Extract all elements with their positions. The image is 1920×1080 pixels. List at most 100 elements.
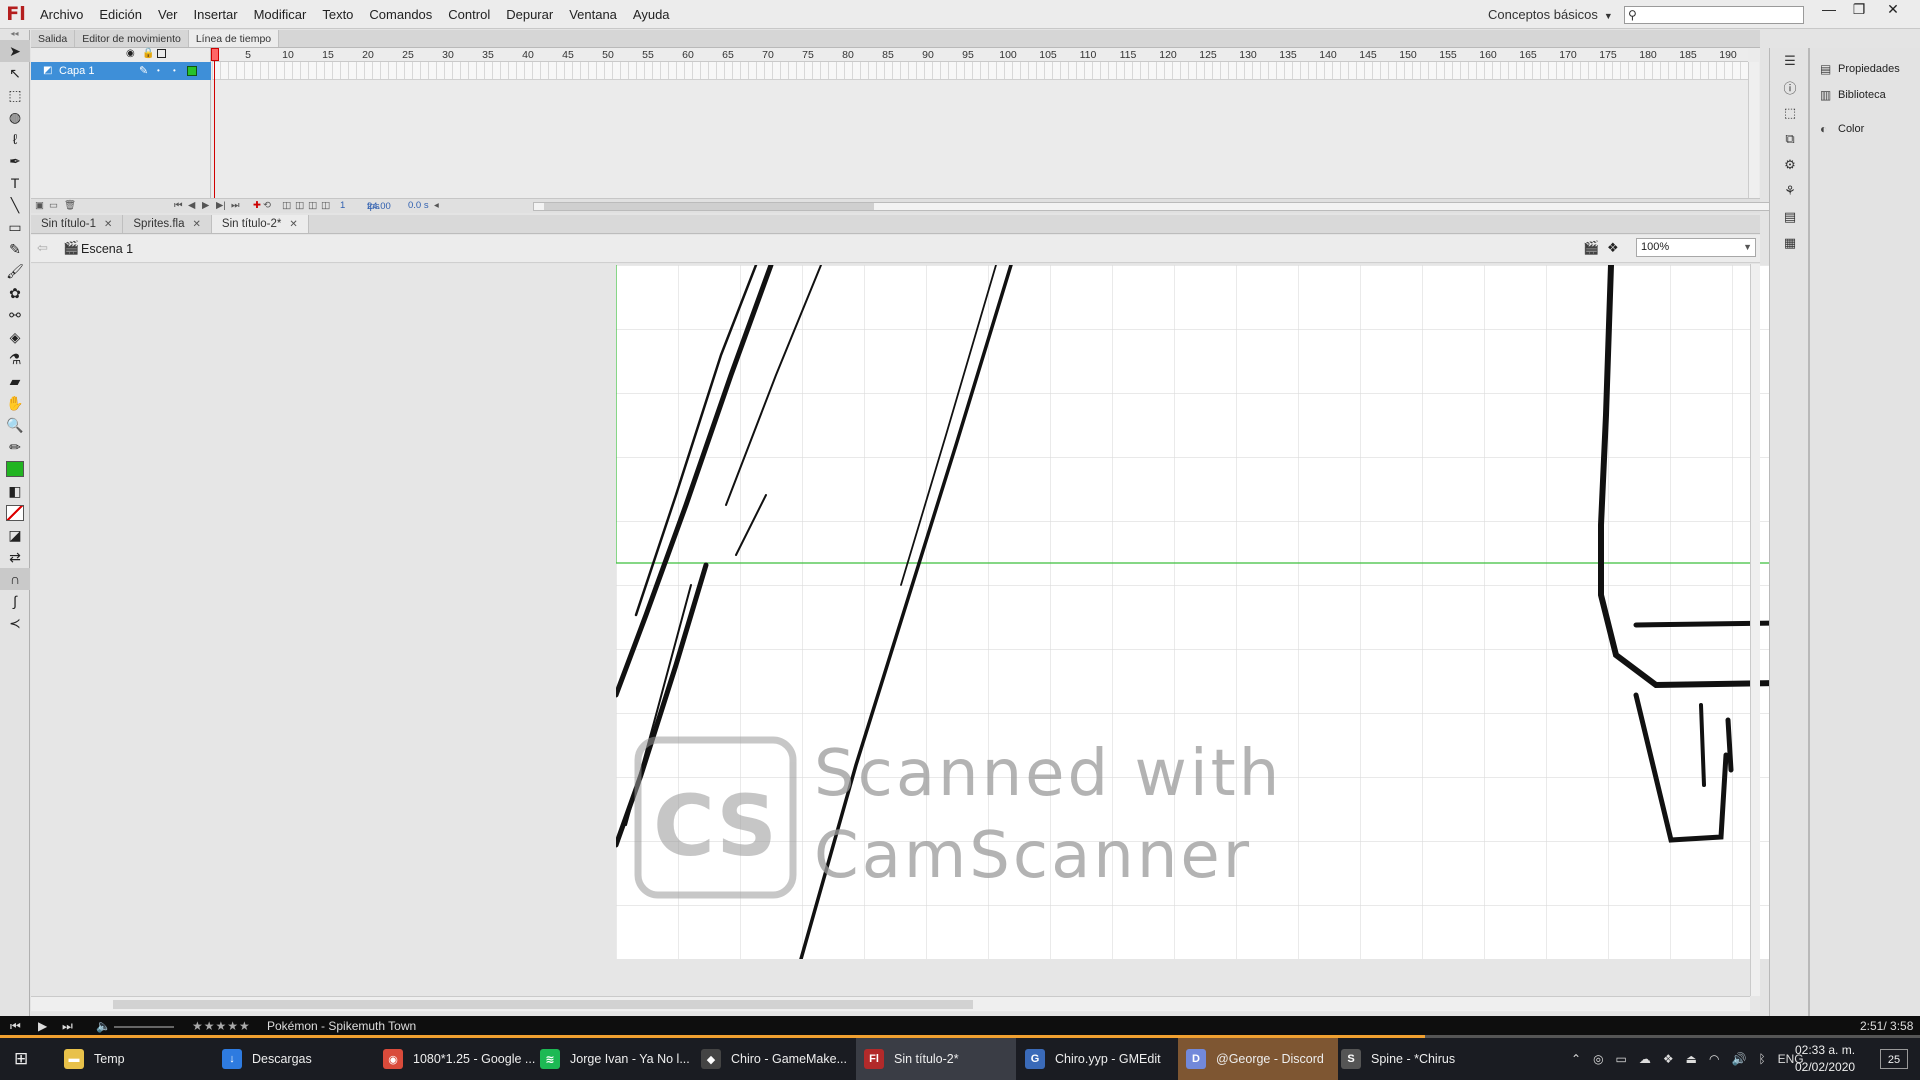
frame-number[interactable]: 45: [562, 49, 574, 61]
loop-icon[interactable]: ⟲: [263, 200, 271, 211]
lock-icon[interactable]: 🔒: [142, 48, 154, 59]
menu-ventana[interactable]: Ventana: [561, 0, 625, 29]
visible-dot-icon[interactable]: •: [157, 62, 160, 80]
prev-frame-icon[interactable]: ◀: [188, 200, 195, 211]
taskbar-app-gmedit[interactable]: G Chiro.yyp - GMEdit: [1017, 1038, 1177, 1080]
restore-button[interactable]: ❐: [1844, 0, 1874, 20]
frame-number[interactable]: 185: [1679, 49, 1697, 61]
taskbar-app-chrome[interactable]: ◉ 1080*1.25 - Google ...: [375, 1038, 535, 1080]
hand-tool-icon[interactable]: ✋: [0, 392, 30, 414]
scanned-sketch-image[interactable]: CS Scanned with CamScanner: [616, 265, 1781, 959]
close-icon[interactable]: ✕: [193, 219, 201, 230]
stroke-color-swatch[interactable]: [6, 461, 24, 477]
frame-number[interactable]: 115: [1120, 49, 1137, 61]
cloud-icon[interactable]: ☁: [1639, 1052, 1651, 1066]
taskbar-app-flash[interactable]: Fl Sin título-2*: [856, 1038, 1016, 1080]
volume-icon[interactable]: 🔈: [96, 1019, 111, 1033]
stage-vertical-scrollbar[interactable]: [1750, 264, 1760, 996]
close-icon[interactable]: ✕: [104, 219, 112, 230]
menu-comandos[interactable]: Comandos: [361, 0, 440, 29]
frame-number[interactable]: 140: [1319, 49, 1337, 61]
menu-edicion[interactable]: Edición: [91, 0, 150, 29]
rectangle-tool-icon[interactable]: ▭: [0, 216, 30, 238]
frame-number[interactable]: 110: [1080, 49, 1097, 61]
delete-layer-icon[interactable]: 🗑: [64, 200, 76, 211]
paint-bucket-tool-icon[interactable]: ◈: [0, 326, 30, 348]
smooth-icon[interactable]: ∫: [0, 590, 30, 612]
usb-icon[interactable]: ⏏: [1686, 1052, 1697, 1066]
frame-number[interactable]: 20: [362, 49, 374, 61]
steam-icon[interactable]: ◎: [1593, 1052, 1603, 1066]
frame-number[interactable]: 180: [1639, 49, 1657, 61]
volume-slider[interactable]: [114, 1026, 174, 1028]
play-icon[interactable]: ▶: [38, 1019, 47, 1033]
layer-outline-color-icon[interactable]: [187, 66, 197, 76]
frame-number[interactable]: 125: [1199, 49, 1217, 61]
edit-symbols-icon[interactable]: ❖: [1607, 240, 1619, 256]
onion-markers-icon[interactable]: ◫: [321, 200, 330, 211]
frame-number[interactable]: 155: [1439, 49, 1457, 61]
menu-ver[interactable]: Ver: [150, 0, 186, 29]
back-arrow-icon[interactable]: ⇦: [37, 240, 48, 256]
previous-track-icon[interactable]: ⏮: [10, 1019, 21, 1034]
black-white-icon[interactable]: ◪: [0, 524, 30, 546]
new-layer-icon[interactable]: ▣: [35, 200, 44, 211]
tab-linea-de-tiempo[interactable]: Línea de tiempo: [188, 30, 280, 47]
play-icon[interactable]: ▶: [202, 200, 209, 211]
new-folder-icon[interactable]: ▭: [49, 200, 58, 211]
center-frame-icon[interactable]: ✚: [253, 200, 261, 211]
outline-icon[interactable]: [157, 49, 166, 58]
speaker-icon[interactable]: 🔊: [1731, 1052, 1746, 1066]
menu-depurar[interactable]: Depurar: [498, 0, 561, 29]
frame-number[interactable]: 65: [722, 49, 734, 61]
last-frame-icon[interactable]: ⏭: [231, 200, 240, 211]
pen-tool-icon[interactable]: ✒: [0, 150, 30, 172]
menu-insertar[interactable]: Insertar: [186, 0, 246, 29]
brush-tool-icon[interactable]: 🖌: [0, 260, 30, 282]
deco-tool-icon[interactable]: ✿: [0, 282, 30, 304]
frame-number[interactable]: 40: [522, 49, 534, 61]
menu-control[interactable]: Control: [440, 0, 498, 29]
frame-number[interactable]: 95: [962, 49, 974, 61]
frame-number[interactable]: 145: [1359, 49, 1377, 61]
frame-number[interactable]: 175: [1599, 49, 1617, 61]
tab-salida[interactable]: Salida: [31, 30, 76, 47]
stage-horizontal-scrollbar[interactable]: [31, 996, 1750, 1011]
minimize-button[interactable]: —: [1814, 0, 1844, 20]
start-button[interactable]: ⊞: [0, 1038, 44, 1080]
next-frame-icon[interactable]: ▶|: [216, 200, 226, 211]
scene-breadcrumb[interactable]: Escena 1: [81, 242, 133, 256]
library-grid-icon[interactable]: ▦: [1770, 230, 1810, 256]
frame-number[interactable]: 25: [402, 49, 414, 61]
battery-icon[interactable]: ▭: [1616, 1052, 1627, 1066]
straighten-icon[interactable]: ≺: [0, 612, 30, 634]
line-tool-icon[interactable]: ╲: [0, 194, 30, 216]
scroll-left-icon[interactable]: ◂: [434, 200, 439, 211]
first-frame-icon[interactable]: ⏮: [174, 200, 183, 211]
fill-color-icon[interactable]: ◧: [0, 480, 30, 502]
selection-tool-icon[interactable]: ➤: [0, 40, 30, 62]
frame-number[interactable]: 160: [1479, 49, 1497, 61]
frame-number[interactable]: 190: [1719, 49, 1737, 61]
eraser-tool-icon[interactable]: ▰: [0, 370, 30, 392]
frame-number[interactable]: 100: [999, 49, 1017, 61]
clock[interactable]: 02:33 a. m. 02/02/2020: [1795, 1042, 1855, 1076]
frame-number[interactable]: 165: [1519, 49, 1537, 61]
eyedropper-tool-icon[interactable]: ⚗: [0, 348, 30, 370]
frame-number[interactable]: 60: [682, 49, 694, 61]
stroke-color-icon[interactable]: ✏: [0, 436, 30, 458]
eye-icon[interactable]: ◉: [126, 48, 135, 59]
menu-modificar[interactable]: Modificar: [246, 0, 315, 29]
dropbox-icon[interactable]: ❖: [1663, 1052, 1674, 1066]
playhead[interactable]: [211, 48, 219, 198]
info-icon[interactable]: ⓘ: [1770, 74, 1810, 100]
timeline-vertical-scrollbar[interactable]: [1748, 62, 1759, 198]
close-window-button[interactable]: ✕: [1878, 0, 1908, 20]
timeline-horizontal-scrollbar[interactable]: [533, 202, 1779, 211]
frame-number[interactable]: 70: [762, 49, 774, 61]
code-snippets-icon[interactable]: ⧉: [1770, 126, 1810, 152]
snap-to-objects-icon[interactable]: ∩: [0, 568, 30, 590]
components-icon[interactable]: ⚙: [1770, 152, 1810, 178]
current-frame[interactable]: 1: [340, 200, 345, 211]
taskbar-app-download[interactable]: ↓ Descargas: [214, 1038, 374, 1080]
